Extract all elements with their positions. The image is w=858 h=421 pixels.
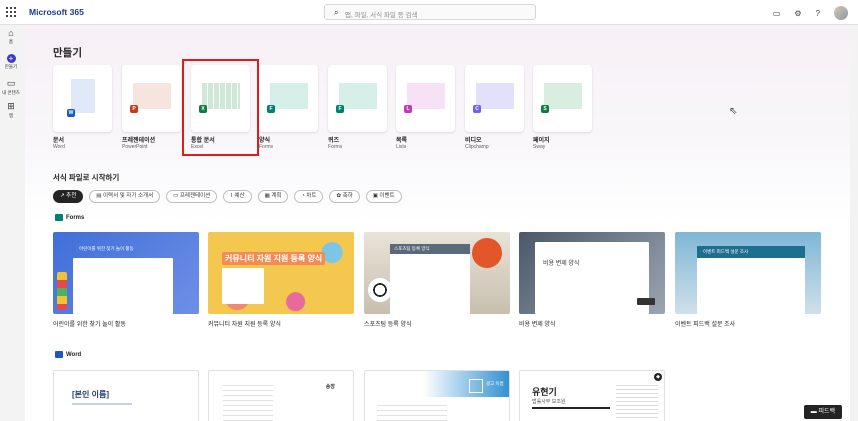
main-content: 만들기 W 문서 Word P 프레젠테이션 PowerPoint X 통합 문… <box>25 25 850 421</box>
diamond-icon: ◆ <box>654 373 662 381</box>
chip-recommended[interactable]: ↗ 추천 <box>53 190 84 203</box>
highlight-box <box>182 59 259 156</box>
forms-icon: F <box>267 105 275 113</box>
chip-chart[interactable]: ◔ 차트 <box>294 190 324 203</box>
create-item-page[interactable]: S 페이지 Sway <box>533 65 592 150</box>
template-card-word-3[interactable]: 유현기 법률사무 보조원 ◆ <box>519 370 665 421</box>
rail-item-home[interactable]: ⌂ 홈 <box>0 28 22 45</box>
left-rail: ⌂ 홈 + 만들기 ▭ 내 콘텐츠 ⊞ 앱 <box>0 25 22 421</box>
chip-budget[interactable]: ⌇ 예산 <box>223 190 252 203</box>
forms-section-label: Forms <box>55 214 84 221</box>
rail-item-create[interactable]: + 만들기 <box>0 53 22 70</box>
powerpoint-icon: P <box>130 105 138 113</box>
create-item-form[interactable]: F 양식 Forms <box>259 65 318 150</box>
lists-icon: L <box>404 105 412 113</box>
forms-icon: F <box>336 105 344 113</box>
template-card-forms-3[interactable]: 비용 변제 양식 비용 변제 양식 <box>519 232 665 328</box>
forms-icon <box>55 214 63 221</box>
mouse-cursor-icon: ⇖ <box>729 106 738 117</box>
create-item-video[interactable]: C 비디오 Clipchamp <box>465 65 524 150</box>
clipchamp-icon: C <box>473 105 481 113</box>
apps-icon: ⊞ <box>7 101 15 111</box>
brand-title[interactable]: Microsoft 365 <box>29 7 84 17</box>
help-icon[interactable]: ? <box>816 9 820 18</box>
template-card-forms-1[interactable]: 커뮤니티 자원 지원 등록 양식 커뮤니티 자원 지원 등록 양식 <box>208 232 354 328</box>
avatar[interactable] <box>834 6 848 20</box>
video-call-icon[interactable]: ▭ <box>773 9 781 18</box>
template-card-word-1[interactable]: 송장 <box>208 370 354 421</box>
rail-item-my-content[interactable]: ▭ 내 콘텐츠 <box>0 78 22 96</box>
template-card-forms-2[interactable]: 스포츠팀 등록 양식 스포츠팀 등록 양식 <box>364 232 510 328</box>
chip-resume[interactable]: ▤ 이력서 및 자기 소개서 <box>89 190 161 203</box>
template-card-forms-0[interactable]: 어린이를 위한 찾기 놀이 활동 어린이를 위한 찾기 놀이 활동 <box>53 232 199 328</box>
word-icon: W <box>67 109 75 117</box>
chip-celebration[interactable]: ✿ 축하 <box>329 190 360 203</box>
word-icon <box>55 351 63 358</box>
chip-presentation[interactable]: ▭ 프레젠테이션 <box>166 190 218 203</box>
create-item-quiz[interactable]: F 퀴즈 Forms <box>328 65 387 150</box>
templates-heading: 서식 파일로 시작하기 <box>53 173 120 182</box>
template-category-chips: ↗ 추천 ▤ 이력서 및 자기 소개서 ▭ 프레젠테이션 ⌇ 예산 ▦ 계획 ◔… <box>53 190 402 203</box>
folder-icon: ▭ <box>6 78 16 88</box>
word-section-label: Word <box>55 351 81 358</box>
create-item-document[interactable]: W 문서 Word <box>53 65 112 150</box>
sway-icon: S <box>541 105 549 113</box>
search-box[interactable]: ⌕ 앱, 파일, 서식 파일 등 검색 <box>324 4 536 20</box>
template-card-forms-4[interactable]: 이벤트 피드백 설문 조사 이벤트 피드백 설문 조사 <box>675 232 821 328</box>
settings-gear-icon[interactable]: ⚙ <box>794 9 801 18</box>
feedback-button[interactable]: ▬ 피드백 <box>803 405 842 419</box>
create-plus-icon: + <box>6 54 16 63</box>
chip-event[interactable]: ▣ 이벤트 <box>365 190 402 203</box>
chip-plan[interactable]: ▦ 계획 <box>257 190 289 203</box>
create-item-presentation[interactable]: P 프레젠테이션 PowerPoint <box>122 65 181 150</box>
rail-item-apps[interactable]: ⊞ 앱 <box>0 101 22 119</box>
search-icon: ⌕ <box>334 8 339 17</box>
app-launcher-icon[interactable] <box>6 7 16 17</box>
template-card-word-2[interactable]: 광고 이름 <box>364 370 510 421</box>
create-item-list[interactable]: L 목록 Lists <box>396 65 455 150</box>
top-bar: Microsoft 365 ⌕ 앱, 파일, 서식 파일 등 검색 ▭ ⚙ ? <box>0 0 858 25</box>
template-card-word-0[interactable]: [본인 이름] <box>53 370 199 421</box>
home-icon: ⌂ <box>8 28 14 38</box>
search-input[interactable]: 앱, 파일, 서식 파일 등 검색 <box>345 9 417 19</box>
create-heading: 만들기 <box>53 47 82 59</box>
